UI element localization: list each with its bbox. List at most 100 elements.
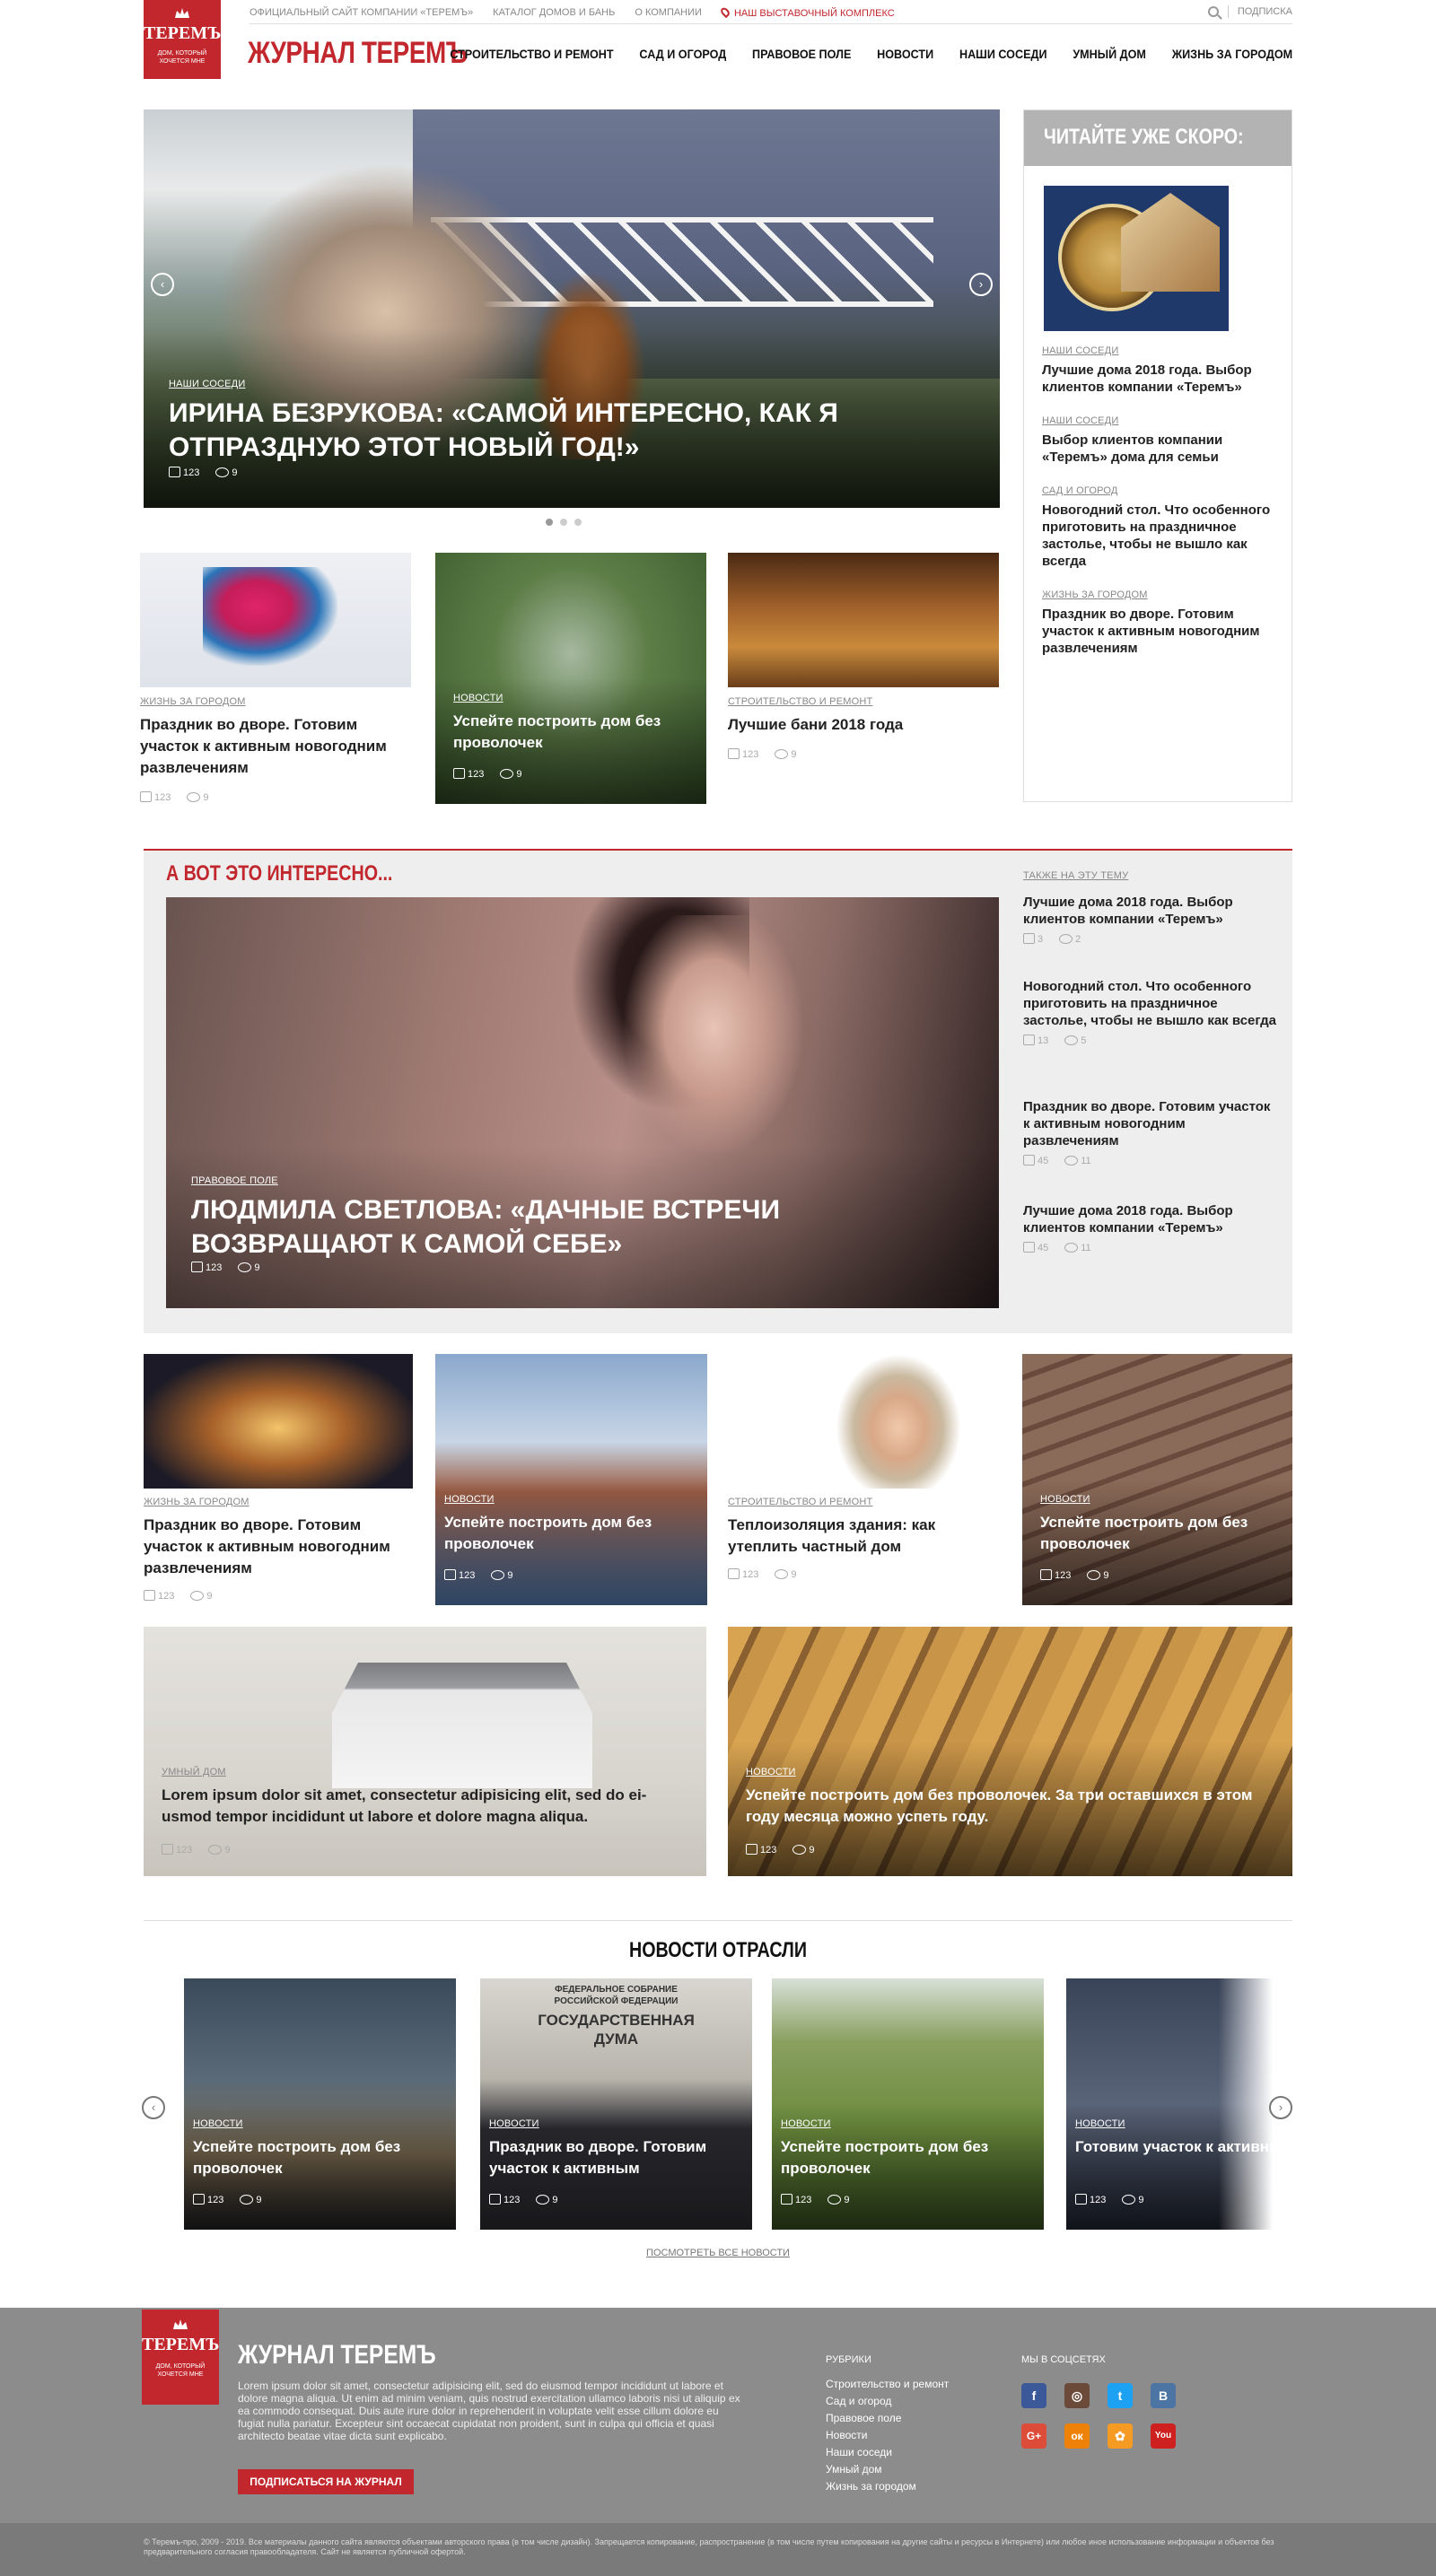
sidebar-item-title[interactable]: Новогодний стол. Что особенного приготов…: [1042, 502, 1274, 570]
also-item-title[interactable]: Праздник во дворе. Готовим участок к акт…: [1023, 1098, 1279, 1149]
comments[interactable]: 9: [775, 748, 796, 760]
likes[interactable]: 45: [1023, 1155, 1048, 1166]
card-title[interactable]: ЛЮДМИЛА СВЕТЛОВА: «ДАЧНЫЕ ВСТРЕЧИ ВОЗВРА…: [191, 1193, 855, 1262]
card-title[interactable]: Успейте построить дом без проволочек: [444, 1512, 696, 1555]
sidebar-item-title[interactable]: Праздник во дворе. Готовим участок к акт…: [1042, 606, 1274, 657]
likes[interactable]: 13: [1023, 1035, 1048, 1046]
also-label[interactable]: ТАКЖЕ НА ЭТУ ТЕМУ: [1023, 870, 1128, 881]
hero-title[interactable]: ИРИНА БЕЗРУКОВА: «САМОЙ ИНТЕРЕСНО, КАК Я…: [169, 397, 887, 465]
sidebar-item[interactable]: НАШИ СОСЕДИ Лучшие дома 2018 года. Выбор…: [1024, 345, 1292, 396]
footer-logo[interactable]: ТЕРЕМЪ ДОМ, КОТОРЫЙ ХОЧЕТСЯ МНЕ: [142, 2310, 219, 2405]
top-link-about[interactable]: О КОМПАНИИ: [635, 7, 722, 19]
subscribe-button[interactable]: ПОДПИСАТЬСЯ НА ЖУРНАЛ: [238, 2469, 414, 2494]
news-card[interactable]: ФЕДЕРАЛЬНОЕ СОБРАНИЕ РОССИЙСКОЙ ФЕДЕРАЦИ…: [480, 1978, 752, 2230]
slider-dot[interactable]: [546, 519, 553, 526]
comments[interactable]: 5: [1064, 1035, 1086, 1046]
also-item-title[interactable]: Новогодний стол. Что особенного приготов…: [1023, 978, 1279, 1029]
card-image[interactable]: [140, 553, 411, 687]
likes[interactable]: 123: [1040, 1569, 1071, 1581]
google-plus-icon[interactable]: G+: [1021, 2423, 1046, 2449]
card-image[interactable]: [728, 1354, 999, 1489]
nav-garden[interactable]: САД И ОГОРОД: [639, 47, 726, 61]
likes[interactable]: 123: [444, 1569, 475, 1581]
top-link-catalog[interactable]: КАТАЛОГ ДОМОВ И БАНЬ: [493, 7, 635, 19]
card-category[interactable]: НОВОСТИ: [444, 1494, 495, 1505]
slider-dot[interactable]: [574, 519, 582, 526]
likes[interactable]: 123: [162, 1844, 192, 1856]
card-title[interactable]: Праздник во дворе. Готовим участок к акт…: [144, 1515, 413, 1579]
likes[interactable]: 123: [781, 2194, 811, 2205]
site-logo[interactable]: ТЕРЕМЪ ДОМ, КОТОРЫЙ ХОЧЕТСЯ МНЕ: [144, 0, 221, 79]
likes[interactable]: 3: [1023, 933, 1043, 945]
also-item-title[interactable]: Лучшие дома 2018 года. Выбор клиентов ко…: [1023, 894, 1279, 928]
subscribe-link[interactable]: ПОДПИСКА: [1238, 6, 1292, 17]
mymail-icon[interactable]: ✿: [1108, 2423, 1133, 2449]
sidebar-item-category[interactable]: НАШИ СОСЕДИ: [1042, 345, 1274, 356]
carousel-prev-arrow[interactable]: ‹: [142, 2096, 165, 2119]
likes[interactable]: 123: [746, 1844, 776, 1856]
nav-smart-home[interactable]: УМНЫЙ ДОМ: [1073, 47, 1146, 61]
comments[interactable]: 9: [187, 791, 208, 803]
search-icon[interactable]: [1207, 6, 1219, 17]
card-image[interactable]: НОВОСТИ Успейте построить дом без провол…: [435, 1354, 707, 1605]
also-item[interactable]: Лучшие дома 2018 года. Выбор клиентов ко…: [1023, 894, 1279, 945]
card-title[interactable]: Успейте построить дом без проволочек: [453, 711, 696, 754]
comments[interactable]: 9: [536, 2194, 557, 2205]
card[interactable]: ЖИЗНЬ ЗА ГОРОДОМ Праздник во дворе. Гото…: [140, 693, 411, 803]
card-title[interactable]: Теплоизоляция здания: как утеплить частн…: [728, 1515, 999, 1558]
card-title[interactable]: Праздник во дворе. Готовим участок к акт…: [140, 714, 411, 779]
comments[interactable]: 9: [1087, 1569, 1108, 1581]
sidebar-item-category[interactable]: ЖИЗНЬ ЗА ГОРОДОМ: [1042, 589, 1274, 600]
all-news-link[interactable]: ПОСМОТРЕТЬ ВСЕ НОВОСТИ: [0, 2248, 1436, 2258]
card-category[interactable]: НОВОСТИ: [746, 1767, 796, 1777]
comments[interactable]: 9: [792, 1844, 814, 1856]
rubric-link[interactable]: Жизнь за городом: [826, 2478, 949, 2495]
likes[interactable]: 123: [489, 2194, 520, 2205]
sidebar-item[interactable]: САД И ОГОРОД Новогодний стол. Что особен…: [1024, 485, 1292, 570]
likes[interactable]: 123: [169, 467, 199, 478]
hero-category[interactable]: НАШИ СОСЕДИ: [169, 379, 245, 389]
sidebar-item-category[interactable]: САД И ОГОРОД: [1042, 485, 1274, 496]
likes[interactable]: 123: [728, 748, 758, 760]
rubric-link[interactable]: Правовое поле: [826, 2410, 949, 2427]
card-image[interactable]: НОВОСТИ Успейте построить дом без провол…: [435, 553, 706, 804]
top-link-official[interactable]: ОФИЦИАЛЬНЫЙ САЙТ КОМПАНИИ «ТЕРЕМЪ»: [250, 7, 493, 19]
card-image[interactable]: НОВОСТИ Успейте построить дом без провол…: [728, 1627, 1292, 1876]
card[interactable]: СТРОИТЕЛЬСТВО И РЕМОНТ Лучшие бани 2018 …: [728, 693, 999, 760]
carousel-next-arrow[interactable]: ›: [1269, 2096, 1292, 2119]
news-card[interactable]: НОВОСТИ Успейте построить дом без провол…: [184, 1978, 456, 2230]
vk-icon[interactable]: В: [1151, 2383, 1176, 2408]
card-category[interactable]: СТРОИТЕЛЬСТВО И РЕМОНТ: [728, 696, 872, 707]
also-item[interactable]: Лучшие дома 2018 года. Выбор клиентов ко…: [1023, 1202, 1279, 1253]
card-title[interactable]: Успейте построить дом без проволочек: [1040, 1512, 1283, 1555]
likes[interactable]: 123: [144, 1590, 174, 1602]
nav-country-life[interactable]: ЖИЗНЬ ЗА ГОРОДОМ: [1172, 47, 1292, 61]
card-category[interactable]: ПРАВОВОЕ ПОЛЕ: [191, 1175, 278, 1186]
likes[interactable]: 123: [193, 2194, 223, 2205]
likes[interactable]: 123: [140, 791, 171, 803]
comments[interactable]: 9: [500, 768, 521, 780]
comments[interactable]: 2: [1059, 933, 1081, 945]
comments[interactable]: 9: [240, 2194, 261, 2205]
news-card[interactable]: НОВОСТИ Готовим участок к активным новог…: [1066, 1978, 1273, 2230]
card-title[interactable]: Lorem ipsum dolor sit amet, consectetur …: [162, 1785, 691, 1828]
also-item[interactable]: Новогодний стол. Что особенного приготов…: [1023, 978, 1279, 1046]
likes[interactable]: 123: [1075, 2194, 1106, 2205]
interesting-main-card[interactable]: ПРАВОВОЕ ПОЛЕ ЛЮДМИЛА СВЕТЛОВА: «ДАЧНЫЕ …: [166, 897, 999, 1308]
likes[interactable]: 123: [728, 1568, 758, 1580]
sidebar-item-title[interactable]: Выбор клиентов компании «Теремъ» дома дл…: [1042, 432, 1274, 466]
comments[interactable]: 9: [491, 1569, 512, 1581]
news-card[interactable]: НОВОСТИ Успейте построить дом без провол…: [772, 1978, 1044, 2230]
card-category[interactable]: НОВОСТИ: [193, 2118, 243, 2129]
likes[interactable]: 123: [191, 1262, 222, 1273]
card-image[interactable]: [144, 1354, 413, 1489]
card-category[interactable]: ЖИЗНЬ ЗА ГОРОДОМ: [140, 696, 246, 707]
slider-dot[interactable]: [560, 519, 567, 526]
card-category[interactable]: НОВОСТИ: [489, 2118, 539, 2129]
card-category[interactable]: НОВОСТИ: [781, 2118, 831, 2129]
card-title[interactable]: Лучшие бани 2018 года: [728, 714, 999, 736]
comments[interactable]: 9: [215, 467, 237, 478]
sidebar-item[interactable]: НАШИ СОСЕДИ Выбор клиентов компании «Тер…: [1024, 415, 1292, 466]
nav-legal[interactable]: ПРАВОВОЕ ПОЛЕ: [752, 47, 851, 61]
comments[interactable]: 11: [1064, 1155, 1091, 1166]
